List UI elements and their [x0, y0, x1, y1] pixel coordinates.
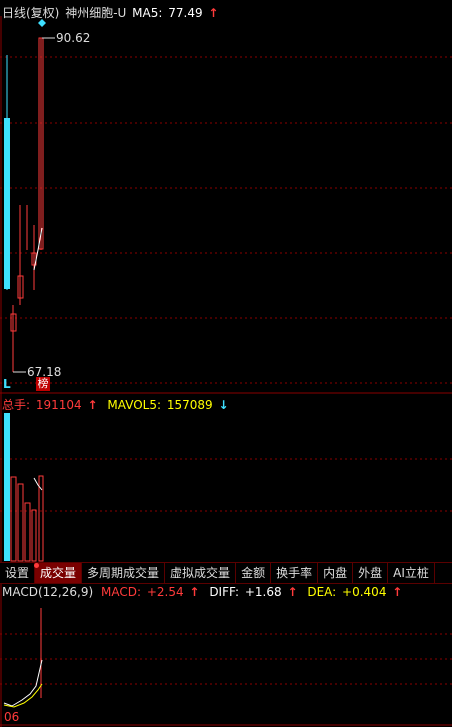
- tab-settings[interactable]: 设置: [0, 563, 36, 583]
- tab-volume[interactable]: 成交量: [35, 563, 83, 583]
- volume-bar: [17, 483, 24, 562]
- down-arrow-icon: ↓: [218, 398, 229, 412]
- diff-value: +1.68: [244, 585, 282, 599]
- macd-grid: [0, 633, 452, 685]
- diff-line: [3, 659, 43, 707]
- up-arrow-icon: ↑: [392, 585, 403, 599]
- mavol5-label: MAVOL5:: [107, 398, 162, 412]
- mavol5-value: 157089: [166, 398, 213, 412]
- dea-value: +0.404: [342, 585, 387, 599]
- volume-grid: [0, 458, 452, 512]
- up-arrow-icon: ↑: [87, 398, 98, 412]
- tab-ai-pile[interactable]: AI立桩: [388, 563, 435, 583]
- volume-value: 191104: [35, 398, 82, 412]
- tab-amount[interactable]: 金额: [236, 563, 272, 583]
- price-grid: [0, 56, 452, 384]
- volume-bar: [24, 502, 31, 562]
- volume-bar: [10, 476, 17, 562]
- rank-badge[interactable]: 榜: [36, 377, 50, 391]
- up-arrow-icon: ↑: [189, 585, 200, 599]
- volume-label: 总手:: [2, 398, 31, 412]
- dea-label: DEA:: [307, 585, 337, 599]
- diamond-icon: [38, 19, 46, 27]
- volume-bar: [31, 509, 37, 562]
- tab-multi-period-volume[interactable]: 多周期成交量: [82, 563, 166, 583]
- up-arrow-icon: ↑: [287, 585, 298, 599]
- high-price-label: 90.62: [56, 31, 91, 45]
- active-dot-icon: [34, 563, 39, 568]
- date-axis-label: 06: [4, 710, 20, 724]
- volume-header: 总手: 191104 ↑ MAVOL5: 157089 ↓: [2, 396, 231, 413]
- macd-label: MACD:: [100, 585, 141, 599]
- tab-inner-volume[interactable]: 内盘: [318, 563, 354, 583]
- tab-outer-volume[interactable]: 外盘: [353, 563, 389, 583]
- chart-canvas: [0, 16, 452, 727]
- candle-body: [4, 118, 10, 289]
- indicator-tab-bar: 设置 成交量 多周期成交量 虚拟成交量 金额 换手率 内盘 外盘 AI立桩: [0, 562, 452, 584]
- macd-value: +2.54: [146, 585, 184, 599]
- marker-l[interactable]: L: [3, 377, 11, 391]
- volume-bar: [4, 413, 10, 561]
- macd-header: MACD(12,26,9) MACD: +2.54 ↑ DIFF: +1.68 …: [2, 585, 404, 599]
- macd-title[interactable]: MACD(12,26,9): [2, 585, 93, 599]
- diff-label: DIFF:: [209, 585, 240, 599]
- tab-turnover-rate[interactable]: 换手率: [271, 563, 319, 583]
- mavol-line: [33, 477, 43, 491]
- tab-virtual-volume[interactable]: 虚拟成交量: [165, 563, 237, 583]
- dea-line: [3, 683, 43, 708]
